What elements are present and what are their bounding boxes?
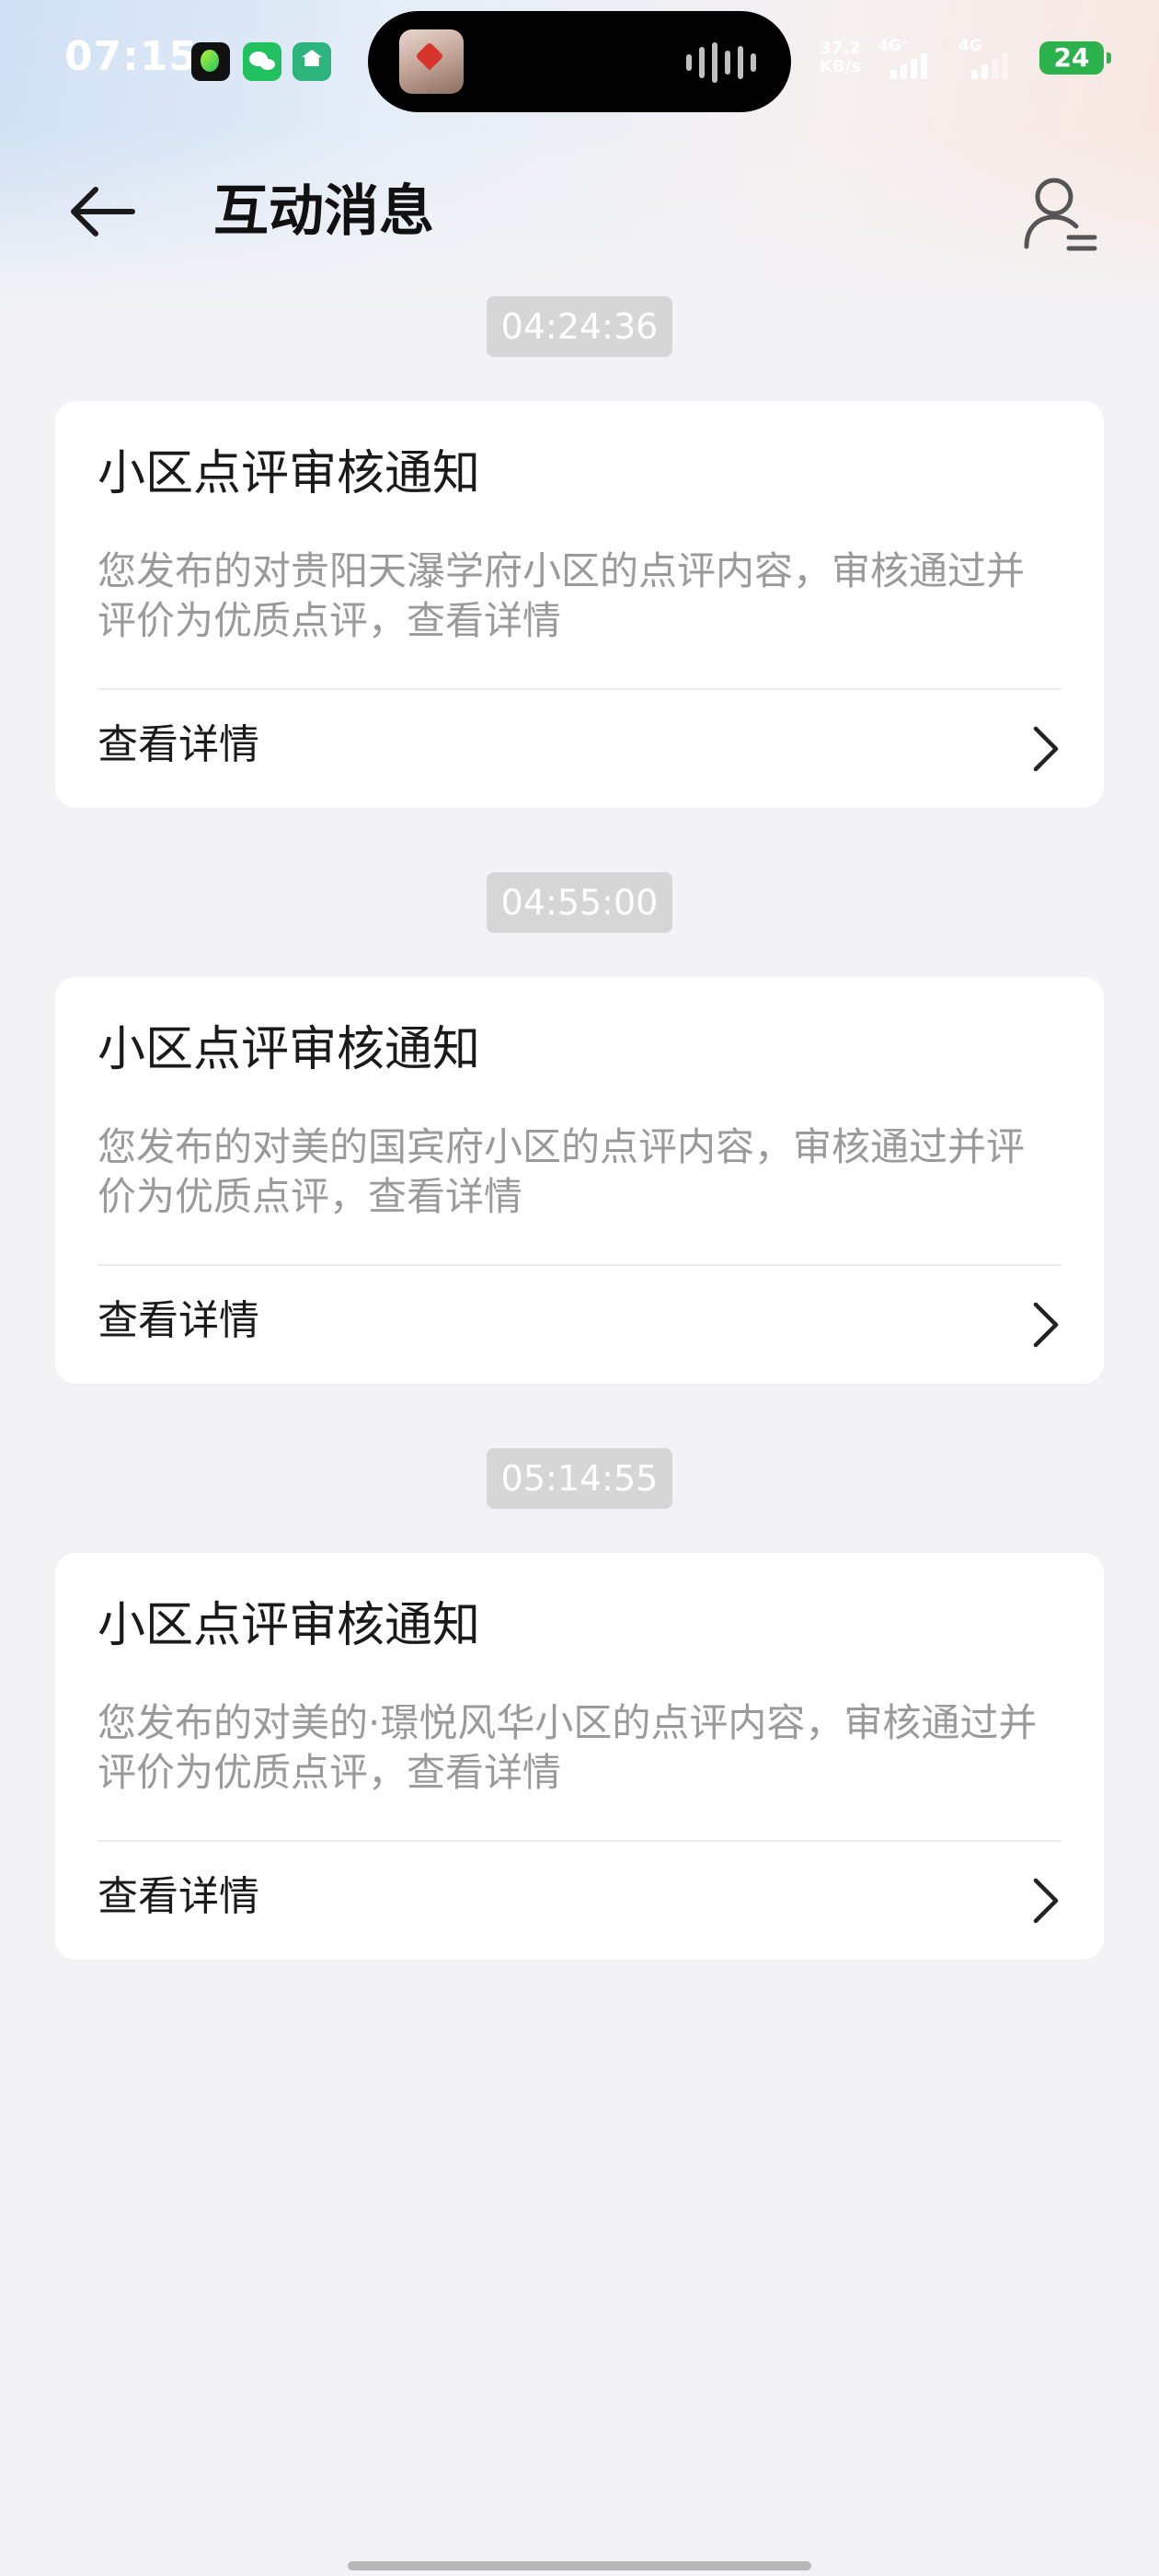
network-speed-value: 37.2 <box>820 39 861 58</box>
chevron-right-icon <box>1033 1302 1059 1348</box>
notification-title: 小区点评审核通知 <box>98 1022 481 1077</box>
home-app-icon <box>293 42 331 81</box>
battery-icon: 24 <box>1039 41 1111 75</box>
notification-body: 您发布的对贵阳天瀑学府小区的点评内容，审核通过并评价为优质点评，查看详情 <box>98 548 1026 643</box>
status-time: 07:15 <box>64 33 199 80</box>
notification-card[interactable]: 小区点评审核通知 您发布的对美的·璟悦风华小区的点评内容，审核通过并评价为优质点… <box>55 1553 1104 1960</box>
page-title: 互动消息 <box>213 179 434 244</box>
now-playing-artwork <box>399 29 464 94</box>
message-group: 04:55:00 小区点评审核通知 您发布的对美的国宾府小区的点评内容，审核通过… <box>55 872 1104 1384</box>
back-button[interactable] <box>55 175 147 248</box>
chevron-right-icon <box>1033 1878 1059 1924</box>
sim1-network-label: 4G⁺ <box>878 37 910 55</box>
message-timestamp: 04:55:00 <box>486 872 673 933</box>
battery-level: 24 <box>1053 42 1090 73</box>
message-list: 04:24:36 小区点评审核通知 您发布的对贵阳天瀑学府小区的点评内容，审核通… <box>55 296 1104 2024</box>
sim2-signal-icon: 4G <box>958 37 1023 79</box>
user-list-icon <box>1024 178 1097 251</box>
dynamic-island[interactable] <box>368 11 791 112</box>
view-details-label: 查看详情 <box>98 1873 259 1920</box>
notification-body: 您发布的对美的国宾府小区的点评内容，审核通过并评价为优质点评，查看详情 <box>98 1124 1026 1219</box>
notification-card[interactable]: 小区点评审核通知 您发布的对美的国宾府小区的点评内容，审核通过并评价为优质点评，… <box>55 977 1104 1384</box>
view-details-label: 查看详情 <box>98 1297 259 1344</box>
arrow-left-icon <box>71 187 135 236</box>
chevron-right-icon <box>1033 726 1059 772</box>
message-group: 05:14:55 小区点评审核通知 您发布的对美的·璟悦风华小区的点评内容，审核… <box>55 1448 1104 1960</box>
view-details-link[interactable]: 查看详情 <box>55 690 1104 808</box>
status-bar: 07:15 37.2 KB/s 4G⁺ 4G 24 <box>0 0 1159 121</box>
notification-title: 小区点评审核通知 <box>98 1598 481 1653</box>
message-timestamp: 05:14:55 <box>486 1448 673 1509</box>
network-speed: 37.2 KB/s <box>820 40 861 76</box>
sim1-signal-icon: 4G⁺ <box>878 37 942 79</box>
notification-body: 您发布的对美的·璟悦风华小区的点评内容，审核通过并评价为优质点评，查看详情 <box>98 1700 1038 1795</box>
notification-title: 小区点评审核通知 <box>98 446 481 501</box>
navigation-header: 互动消息 <box>0 156 1159 267</box>
profile-button[interactable] <box>1016 169 1104 258</box>
status-indicators: 37.2 KB/s 4G⁺ 4G 24 <box>820 37 1111 79</box>
audio-waveform-icon <box>686 42 756 83</box>
message-timestamp: 04:24:36 <box>486 296 673 357</box>
network-speed-unit: KB/s <box>820 57 861 76</box>
home-indicator[interactable] <box>348 2561 811 2570</box>
message-group: 04:24:36 小区点评审核通知 您发布的对贵阳天瀑学府小区的点评内容，审核通… <box>55 296 1104 808</box>
wechat-icon <box>243 42 281 81</box>
music-app-icon <box>191 42 230 81</box>
sim2-network-label: 4G <box>958 37 982 55</box>
view-details-link[interactable]: 查看详情 <box>55 1266 1104 1384</box>
notification-card[interactable]: 小区点评审核通知 您发布的对贵阳天瀑学府小区的点评内容，审核通过并评价为优质点评… <box>55 401 1104 808</box>
view-details-label: 查看详情 <box>98 721 259 768</box>
view-details-link[interactable]: 查看详情 <box>55 1842 1104 1960</box>
